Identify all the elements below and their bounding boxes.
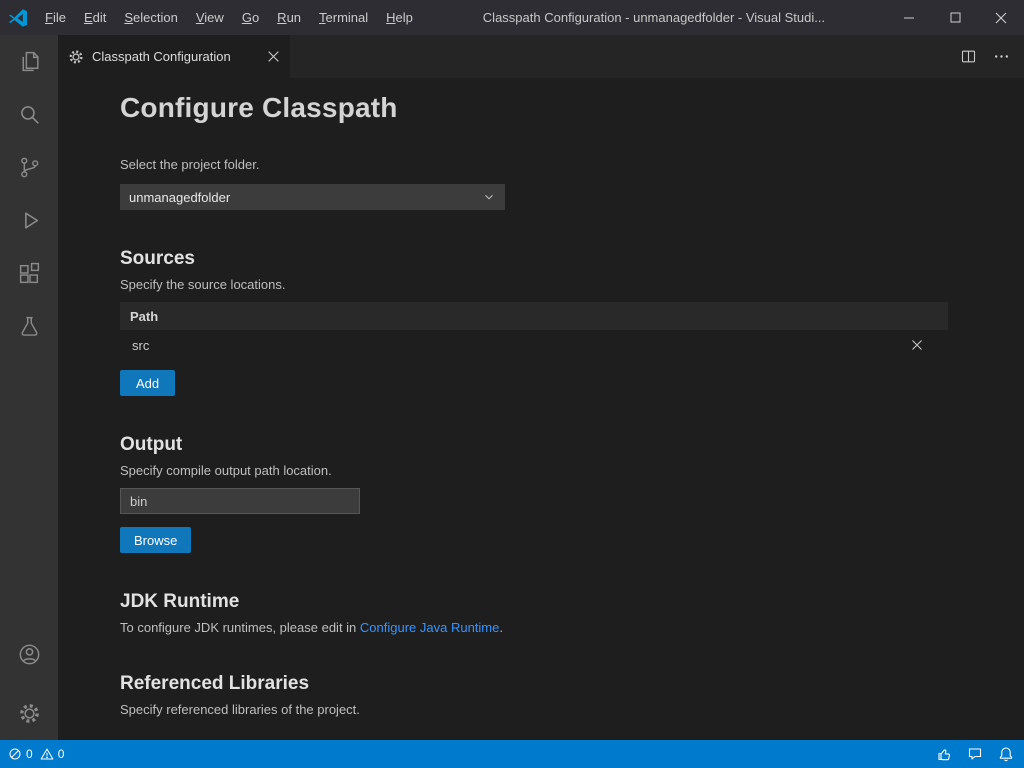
project-folder-label: Select the project folder. [120, 157, 1024, 172]
add-source-button[interactable]: Add [120, 370, 175, 396]
classpath-configuration-page: Configure Classpath Select the project f… [58, 78, 1024, 740]
warnings-indicator[interactable]: 0 [40, 747, 65, 761]
menu-terminal[interactable]: Terminal [310, 0, 377, 35]
sources-column-header: Path [120, 302, 948, 330]
jdk-text-after: . [499, 620, 503, 635]
page-title: Configure Classpath [120, 92, 1024, 124]
sources-heading: Sources [120, 248, 1024, 270]
source-control-icon[interactable] [0, 141, 58, 194]
maximize-icon[interactable] [932, 0, 978, 35]
menu-edit[interactable]: Edit [75, 0, 115, 35]
output-description: Specify compile output path location. [120, 463, 1024, 478]
menu-help[interactable]: Help [377, 0, 422, 35]
sources-description: Specify the source locations. [120, 277, 1024, 292]
error-count: 0 [26, 747, 33, 761]
status-bar: 0 0 [0, 740, 1024, 768]
run-debug-icon[interactable] [0, 194, 58, 247]
referenced-libraries-description: Specify referenced libraries of the proj… [120, 702, 1024, 717]
configure-java-runtime-link[interactable]: Configure Java Runtime [360, 620, 499, 635]
classpath-tab-icon [68, 49, 84, 65]
menu-selection[interactable]: Selection [115, 0, 186, 35]
testing-icon[interactable] [0, 300, 58, 353]
window-controls [886, 0, 1024, 35]
vscode-logo-icon [0, 0, 36, 35]
problems-indicator[interactable]: 0 [8, 747, 33, 761]
jdk-runtime-heading: JDK Runtime [120, 591, 1024, 613]
search-icon[interactable] [0, 88, 58, 141]
editor-tab-bar: Classpath Configuration [58, 35, 1024, 78]
jdk-runtime-text: To configure JDK runtimes, please edit i… [120, 620, 1024, 635]
jdk-text-before: To configure JDK runtimes, please edit i… [120, 620, 360, 635]
output-path-input[interactable] [120, 488, 360, 514]
output-heading: Output [120, 434, 1024, 456]
project-folder-select[interactable]: unmanagedfolder [120, 184, 505, 210]
close-tab-icon[interactable] [267, 50, 280, 63]
remove-row-icon[interactable] [910, 338, 924, 352]
warning-icon [40, 747, 54, 761]
activity-bar [0, 35, 58, 740]
bell-icon[interactable] [998, 746, 1014, 762]
settings-gear-icon[interactable] [0, 687, 58, 740]
split-editor-icon[interactable] [960, 48, 977, 65]
referenced-libraries-heading: Referenced Libraries [120, 673, 1024, 695]
error-icon [8, 747, 22, 761]
explorer-icon[interactable] [0, 35, 58, 88]
warning-count: 0 [58, 747, 65, 761]
menu-go[interactable]: Go [233, 0, 268, 35]
editor-actions [960, 35, 1024, 78]
menu-bar: File Edit Selection View Go Run Terminal… [36, 0, 422, 35]
browse-button[interactable]: Browse [120, 527, 191, 553]
account-icon[interactable] [0, 628, 58, 681]
vscode-window: File Edit Selection View Go Run Terminal… [0, 0, 1024, 768]
source-path: src [132, 338, 149, 353]
source-row[interactable]: src [120, 330, 948, 360]
statusbar-right [936, 746, 1014, 762]
menu-run[interactable]: Run [268, 0, 310, 35]
thumbsup-icon[interactable] [936, 746, 952, 762]
tab-label: Classpath Configuration [92, 49, 231, 64]
tab-classpath-configuration[interactable]: Classpath Configuration [58, 35, 290, 78]
feedback-icon[interactable] [967, 746, 983, 762]
close-window-icon[interactable] [978, 0, 1024, 35]
titlebar: File Edit Selection View Go Run Terminal… [0, 0, 1024, 35]
more-actions-icon[interactable] [993, 48, 1010, 65]
menu-view[interactable]: View [187, 0, 233, 35]
sources-table: Path src [120, 302, 948, 360]
extensions-icon[interactable] [0, 247, 58, 300]
chevron-down-icon [482, 190, 496, 204]
minimize-icon[interactable] [886, 0, 932, 35]
menu-file[interactable]: File [36, 0, 75, 35]
project-folder-value: unmanagedfolder [129, 190, 230, 205]
window-title: Classpath Configuration - unmanagedfolde… [422, 0, 886, 35]
